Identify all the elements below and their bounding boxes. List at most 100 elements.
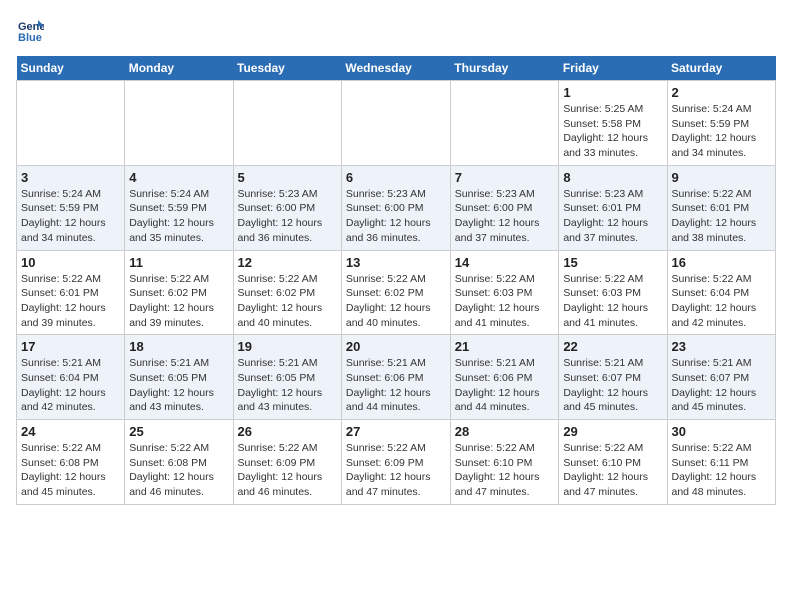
day-number: 5 xyxy=(238,170,337,185)
calendar-week-row: 1Sunrise: 5:25 AM Sunset: 5:58 PM Daylig… xyxy=(17,81,776,166)
calendar-cell: 7Sunrise: 5:23 AM Sunset: 6:00 PM Daylig… xyxy=(450,165,559,250)
day-info: Sunrise: 5:23 AM Sunset: 6:00 PM Dayligh… xyxy=(346,187,446,246)
day-number: 12 xyxy=(238,255,337,270)
day-number: 30 xyxy=(672,424,772,439)
day-number: 15 xyxy=(563,255,662,270)
calendar-cell xyxy=(233,81,341,166)
day-info: Sunrise: 5:22 AM Sunset: 6:08 PM Dayligh… xyxy=(21,441,120,500)
calendar-cell: 21 Sunrise: 5:21 AM Sunset: 6:06 PM Dayli… xyxy=(450,335,559,420)
calendar-cell: 6 Sunrise: 5:23 AM Sunset: 6:00 PM Daylig… xyxy=(341,165,450,250)
weekday-header-saturday: Saturday xyxy=(667,56,776,81)
day-info: Sunrise: 5:22 AM Sunset: 6:01 PM Dayligh… xyxy=(21,272,120,331)
calendar-cell: 10 Sunrise: 5:22 AM Sunset: 6:01 PM Dayli… xyxy=(17,250,125,335)
day-number: 6 xyxy=(346,170,446,185)
day-number: 13 xyxy=(346,255,446,270)
calendar-cell: 3 Sunrise: 5:24 AM Sunset: 5:59 PM Daylig… xyxy=(17,165,125,250)
day-number: 3 xyxy=(21,170,120,185)
day-info: Sunrise: 5:22 AM Sunset: 6:03 PM Dayligh… xyxy=(455,272,555,331)
weekday-header-friday: Friday xyxy=(559,56,667,81)
calendar-cell xyxy=(341,81,450,166)
weekday-header-thursday: Thursday xyxy=(450,56,559,81)
day-number: 21 xyxy=(455,339,555,354)
calendar-cell: 25 Sunrise: 5:22 AM Sunset: 6:08 PM Dayli… xyxy=(125,420,233,505)
calendar-cell: 19Sunrise: 5:21 AM Sunset: 6:05 PM Dayli… xyxy=(233,335,341,420)
weekday-header-wednesday: Wednesday xyxy=(341,56,450,81)
calendar-week-row: 24 Sunrise: 5:22 AM Sunset: 6:08 PM Dayli… xyxy=(17,420,776,505)
day-info: Sunrise: 5:22 AM Sunset: 6:09 PM Dayligh… xyxy=(346,441,446,500)
calendar-cell: 26 Sunrise: 5:22 AM Sunset: 6:09 PM Dayli… xyxy=(233,420,341,505)
day-number: 28 xyxy=(455,424,555,439)
calendar-cell: 22 Sunrise: 5:21 AM Sunset: 6:07 PM Dayli… xyxy=(559,335,667,420)
day-number: 4 xyxy=(129,170,228,185)
calendar-cell: 28Sunrise: 5:22 AM Sunset: 6:10 PM Dayli… xyxy=(450,420,559,505)
day-info: Sunrise: 5:23 AM Sunset: 6:00 PM Dayligh… xyxy=(238,187,337,246)
day-number: 26 xyxy=(238,424,337,439)
day-number: 25 xyxy=(129,424,228,439)
calendar-cell: 11Sunrise: 5:22 AM Sunset: 6:02 PM Dayli… xyxy=(125,250,233,335)
day-info: Sunrise: 5:21 AM Sunset: 6:05 PM Dayligh… xyxy=(238,356,337,415)
day-number: 9 xyxy=(672,170,772,185)
calendar-table: SundayMondayTuesdayWednesdayThursdayFrid… xyxy=(16,56,776,505)
weekday-header-tuesday: Tuesday xyxy=(233,56,341,81)
calendar-cell: 24 Sunrise: 5:22 AM Sunset: 6:08 PM Dayli… xyxy=(17,420,125,505)
calendar-cell: 29 Sunrise: 5:22 AM Sunset: 6:10 PM Dayli… xyxy=(559,420,667,505)
day-info: Sunrise: 5:22 AM Sunset: 6:08 PM Dayligh… xyxy=(129,441,228,500)
weekday-header-row: SundayMondayTuesdayWednesdayThursdayFrid… xyxy=(17,56,776,81)
calendar-cell: 30 Sunrise: 5:22 AM Sunset: 6:11 PM Dayli… xyxy=(667,420,776,505)
day-info: Sunrise: 5:24 AM Sunset: 5:59 PM Dayligh… xyxy=(672,102,772,161)
calendar-cell: 2 Sunrise: 5:24 AM Sunset: 5:59 PM Daylig… xyxy=(667,81,776,166)
day-info: Sunrise: 5:21 AM Sunset: 6:07 PM Dayligh… xyxy=(563,356,662,415)
calendar-cell: 1Sunrise: 5:25 AM Sunset: 5:58 PM Daylig… xyxy=(559,81,667,166)
day-number: 2 xyxy=(672,85,772,100)
day-number: 23 xyxy=(672,339,772,354)
weekday-header-monday: Monday xyxy=(125,56,233,81)
day-info: Sunrise: 5:24 AM Sunset: 5:59 PM Dayligh… xyxy=(21,187,120,246)
day-info: Sunrise: 5:23 AM Sunset: 6:01 PM Dayligh… xyxy=(563,187,662,246)
day-number: 20 xyxy=(346,339,446,354)
day-number: 29 xyxy=(563,424,662,439)
day-number: 18 xyxy=(129,339,228,354)
calendar-cell: 17 Sunrise: 5:21 AM Sunset: 6:04 PM Dayli… xyxy=(17,335,125,420)
calendar-cell: 12 Sunrise: 5:22 AM Sunset: 6:02 PM Dayli… xyxy=(233,250,341,335)
day-info: Sunrise: 5:22 AM Sunset: 6:10 PM Dayligh… xyxy=(563,441,662,500)
day-number: 8 xyxy=(563,170,662,185)
calendar-cell xyxy=(450,81,559,166)
day-info: Sunrise: 5:22 AM Sunset: 6:02 PM Dayligh… xyxy=(238,272,337,331)
calendar-cell: 18 Sunrise: 5:21 AM Sunset: 6:05 PM Dayli… xyxy=(125,335,233,420)
calendar-cell: 13 Sunrise: 5:22 AM Sunset: 6:02 PM Dayli… xyxy=(341,250,450,335)
day-info: Sunrise: 5:22 AM Sunset: 6:02 PM Dayligh… xyxy=(129,272,228,331)
calendar-cell xyxy=(125,81,233,166)
day-info: Sunrise: 5:21 AM Sunset: 6:06 PM Dayligh… xyxy=(455,356,555,415)
day-number: 7 xyxy=(455,170,555,185)
logo-icon: General Blue xyxy=(16,16,44,44)
day-info: Sunrise: 5:21 AM Sunset: 6:04 PM Dayligh… xyxy=(21,356,120,415)
calendar-cell: 15Sunrise: 5:22 AM Sunset: 6:03 PM Dayli… xyxy=(559,250,667,335)
day-info: Sunrise: 5:22 AM Sunset: 6:02 PM Dayligh… xyxy=(346,272,446,331)
weekday-header-sunday: Sunday xyxy=(17,56,125,81)
calendar-cell: 23 Sunrise: 5:21 AM Sunset: 6:07 PM Dayli… xyxy=(667,335,776,420)
calendar-cell: 5 Sunrise: 5:23 AM Sunset: 6:00 PM Daylig… xyxy=(233,165,341,250)
logo: General Blue xyxy=(16,16,48,44)
day-number: 22 xyxy=(563,339,662,354)
day-info: Sunrise: 5:22 AM Sunset: 6:09 PM Dayligh… xyxy=(238,441,337,500)
calendar-cell: 27 Sunrise: 5:22 AM Sunset: 6:09 PM Dayli… xyxy=(341,420,450,505)
day-number: 17 xyxy=(21,339,120,354)
calendar-cell: 14Sunrise: 5:22 AM Sunset: 6:03 PM Dayli… xyxy=(450,250,559,335)
day-number: 10 xyxy=(21,255,120,270)
day-info: Sunrise: 5:22 AM Sunset: 6:04 PM Dayligh… xyxy=(672,272,772,331)
day-info: Sunrise: 5:21 AM Sunset: 6:05 PM Dayligh… xyxy=(129,356,228,415)
day-number: 27 xyxy=(346,424,446,439)
day-info: Sunrise: 5:21 AM Sunset: 6:06 PM Dayligh… xyxy=(346,356,446,415)
day-number: 24 xyxy=(21,424,120,439)
day-info: Sunrise: 5:24 AM Sunset: 5:59 PM Dayligh… xyxy=(129,187,228,246)
day-info: Sunrise: 5:22 AM Sunset: 6:11 PM Dayligh… xyxy=(672,441,772,500)
calendar-week-row: 17 Sunrise: 5:21 AM Sunset: 6:04 PM Dayli… xyxy=(17,335,776,420)
calendar-cell: 20 Sunrise: 5:21 AM Sunset: 6:06 PM Dayli… xyxy=(341,335,450,420)
svg-text:Blue: Blue xyxy=(18,32,42,44)
calendar-cell: 16Sunrise: 5:22 AM Sunset: 6:04 PM Dayli… xyxy=(667,250,776,335)
day-info: Sunrise: 5:21 AM Sunset: 6:07 PM Dayligh… xyxy=(672,356,772,415)
page-header: General Blue xyxy=(16,16,776,48)
day-info: Sunrise: 5:25 AM Sunset: 5:58 PM Dayligh… xyxy=(563,102,662,161)
calendar-week-row: 10 Sunrise: 5:22 AM Sunset: 6:01 PM Dayli… xyxy=(17,250,776,335)
calendar-cell: 4 Sunrise: 5:24 AM Sunset: 5:59 PM Daylig… xyxy=(125,165,233,250)
